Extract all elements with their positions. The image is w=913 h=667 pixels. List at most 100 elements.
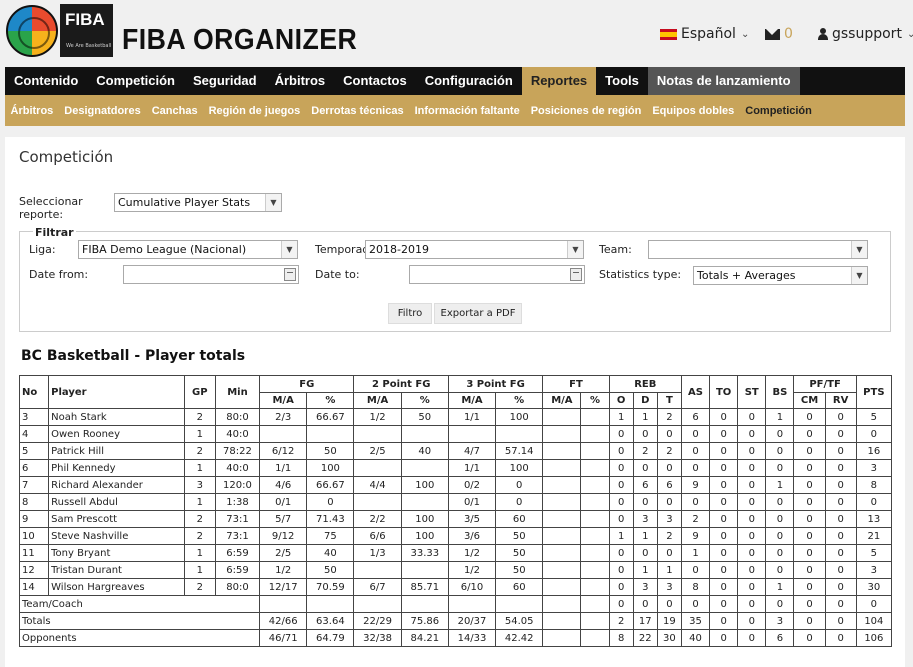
report-label: Seleccionar reporte: (19, 195, 83, 221)
table-cell: 35 (680, 612, 711, 630)
subnav-arbitros[interactable]: Árbitros (5, 95, 59, 126)
table-cell: 80:0 (214, 578, 261, 596)
table-cell (353, 595, 402, 613)
table-cell (580, 493, 610, 511)
table-cell: 40 (306, 544, 355, 562)
nav-competicion[interactable]: Competición (87, 67, 184, 95)
table-cell: 0 (793, 629, 826, 647)
nav-release-notes[interactable]: Notas de lanzamiento (647, 67, 800, 95)
table-cell: 0 (765, 510, 795, 528)
messages-button[interactable]: 0 (765, 26, 793, 42)
language-selector[interactable]: Español ⌄ (660, 26, 749, 42)
table-cell: 11 (18, 544, 50, 562)
col-gp: GP (183, 375, 216, 409)
table-cell (580, 510, 610, 528)
filter-button[interactable]: Filtro (388, 303, 432, 324)
table-cell: 33.33 (400, 544, 449, 562)
table-cell: 0 (656, 425, 682, 443)
table-cell: 1/3 (353, 544, 402, 562)
table-cell: 6 (680, 408, 711, 426)
team-select[interactable]: ▼ (648, 240, 868, 259)
subnav-informacion-faltante[interactable]: Información faltante (409, 95, 525, 126)
calendar-icon[interactable] (284, 268, 296, 281)
table-row: 14 Wilson Hargreaves 2 80:0 12/17 70.59 6/7 85.… (18, 578, 893, 596)
table-cell: 8 (855, 476, 893, 494)
table-cell: 66.67 (306, 476, 355, 494)
table-cell (542, 459, 582, 477)
table-cell: 0 (737, 442, 767, 460)
table-cell (580, 442, 610, 460)
nav-seguridad[interactable]: Seguridad (184, 67, 266, 95)
table-cell: 0 (737, 459, 767, 477)
fiba-logo[interactable]: FIBA We Are Basketball (60, 4, 113, 57)
temporada-select-value: 2018-2019 (369, 243, 429, 256)
table-cell: 0 (793, 527, 826, 545)
date-from-input[interactable] (123, 265, 299, 284)
table-cell: 0 (793, 425, 826, 443)
team-label: Team: (599, 243, 632, 256)
table-cell: 0 (793, 493, 826, 511)
table-cell: 0 (709, 408, 739, 426)
table-cell: 0 (765, 459, 795, 477)
table-cell: 0 (709, 612, 739, 630)
table-cell (542, 527, 582, 545)
col-min: Min (214, 375, 261, 409)
basketball-logo-icon[interactable] (6, 5, 58, 57)
table-cell: 4/6 (259, 476, 308, 494)
table-cell: 0 (608, 595, 634, 613)
nav-contenido[interactable]: Contenido (5, 67, 87, 95)
table-cell: 2/5 (259, 544, 308, 562)
nav-configuracion[interactable]: Configuración (416, 67, 522, 95)
subnav-region-juegos[interactable]: Región de juegos (203, 95, 306, 126)
table-cell (542, 510, 582, 528)
table-cell: 1 (183, 493, 216, 511)
nav-reportes[interactable]: Reportes (521, 67, 597, 95)
liga-select[interactable]: FIBA Demo League (Nacional) ▼ (78, 240, 298, 259)
table-cell: 1 (680, 544, 711, 562)
table-cell: 7 (18, 476, 50, 494)
table-cell (580, 459, 610, 477)
table-cell (353, 459, 402, 477)
table-cell: 5 (855, 408, 893, 426)
nav-contactos[interactable]: Contactos (334, 67, 416, 95)
table-cell: 14/33 (447, 629, 497, 647)
table-cell: 2 (183, 527, 216, 545)
table-cell: 2 (632, 442, 658, 460)
nav-tools[interactable]: Tools (596, 67, 648, 95)
export-pdf-button[interactable]: Exportar a PDF (434, 303, 522, 324)
table-cell: 0 (765, 527, 795, 545)
subnav-competicion[interactable]: Competición (740, 95, 818, 126)
temporada-select[interactable]: 2018-2019 ▼ (365, 240, 584, 259)
stats-type-select[interactable]: Totals + Averages ▼ (693, 266, 868, 285)
table-cell (306, 425, 355, 443)
table-cell: 100 (400, 527, 449, 545)
table-cell: 104 (855, 612, 893, 630)
mail-count: 0 (784, 26, 793, 42)
table-cell: 40 (680, 629, 711, 647)
table-cell (447, 595, 497, 613)
user-menu[interactable]: gssupport ⌄ (818, 26, 913, 42)
table-cell: 0 (824, 561, 857, 579)
table-cell: 0 (656, 493, 682, 511)
table-cell: 50 (495, 527, 544, 545)
table-cell: 0 (793, 544, 826, 562)
subnav-derrotas-tecnicas[interactable]: Derrotas técnicas (306, 95, 409, 126)
table-cell: 1/1 (447, 459, 497, 477)
calendar-icon[interactable] (570, 268, 582, 281)
table-cell: 10 (18, 527, 50, 545)
table-cell (580, 544, 610, 562)
table-cell: 0 (709, 595, 739, 613)
subnav-designadores[interactable]: Designatdores (59, 95, 146, 126)
summary-label: Totals (18, 612, 261, 630)
table-cell: 75 (306, 527, 355, 545)
table-cell: 0 (608, 425, 634, 443)
table-cell: 5/7 (259, 510, 308, 528)
subnav-posiciones-region[interactable]: Posiciones de región (525, 95, 647, 126)
report-select[interactable]: Cumulative Player Stats ▼ (114, 193, 282, 212)
table-cell: 50 (495, 544, 544, 562)
nav-arbitros[interactable]: Árbitros (266, 67, 335, 95)
table-cell: 0 (824, 408, 857, 426)
date-to-input[interactable] (409, 265, 585, 284)
subnav-canchas[interactable]: Canchas (146, 95, 203, 126)
subnav-equipos-dobles[interactable]: Equipos dobles (647, 95, 740, 126)
